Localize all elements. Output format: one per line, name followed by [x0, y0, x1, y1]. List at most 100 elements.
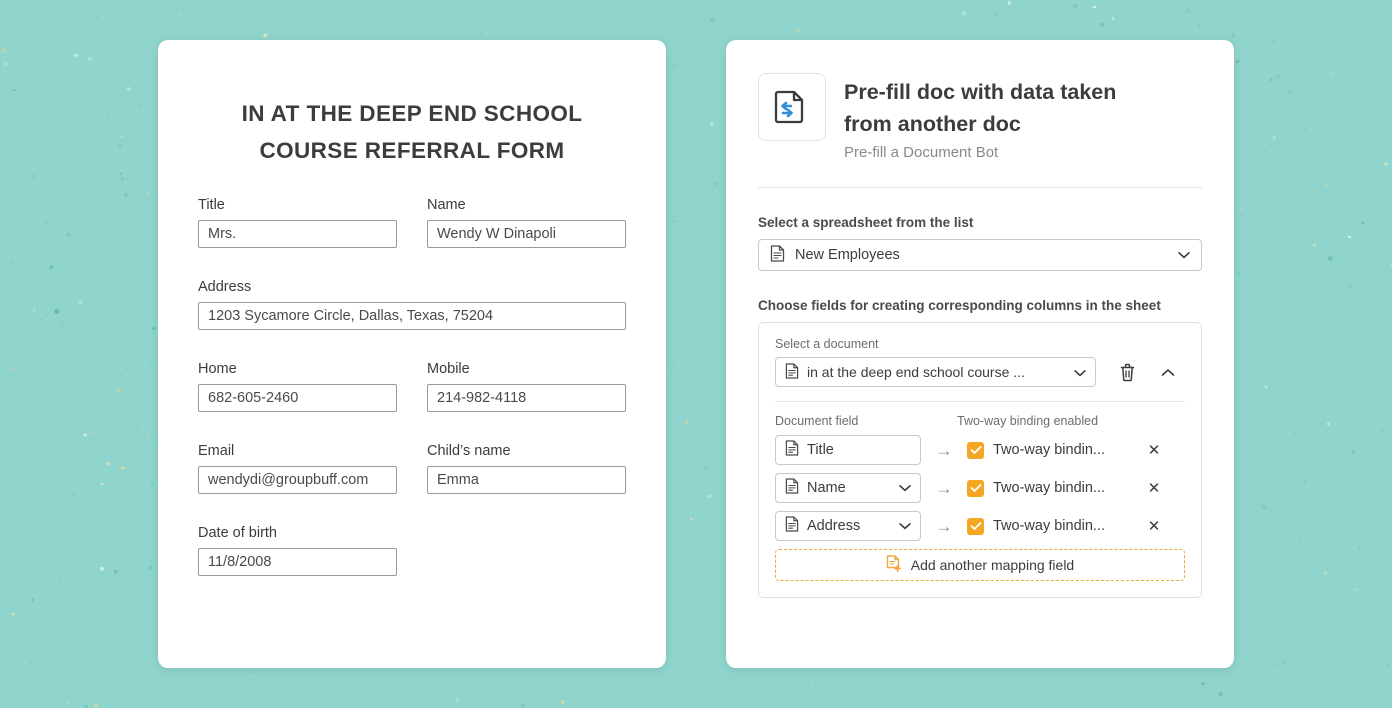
- fields-section-label: Choose fields for creating corresponding…: [758, 298, 1202, 313]
- chevron-down-icon: [899, 518, 911, 534]
- page-title: IN AT THE DEEP END SCHOOL COURSE REFERRA…: [158, 40, 666, 169]
- bot-subtitle: Pre-fill a Document Bot: [844, 144, 1164, 161]
- chevron-down-icon: [1178, 247, 1190, 263]
- spreadsheet-section-label: Select a spreadsheet from the list: [758, 215, 1202, 230]
- form-body: Title Mrs. Name Wendy W Dinapoli Address…: [158, 169, 666, 576]
- document-field-value: Address: [807, 518, 860, 534]
- spacer: [198, 504, 626, 525]
- input-child-name[interactable]: Emma: [427, 466, 626, 494]
- input-email[interactable]: wendydi@groupbuff.com: [198, 466, 397, 494]
- label-address: Address: [198, 279, 626, 295]
- field-group-mobile: Mobile 214-982-4118: [427, 361, 626, 412]
- form-title-line-1: IN AT THE DEEP END SCHOOL: [158, 95, 666, 132]
- field-group-title: Title Mrs.: [198, 197, 397, 248]
- mapping-row: Title → Two-way bindin... ✕: [775, 435, 1185, 465]
- document-icon: [770, 245, 785, 266]
- spreadsheet-select[interactable]: New Employees: [758, 239, 1202, 271]
- form-row-address: Address 1203 Sycamore Circle, Dallas, Te…: [198, 279, 626, 330]
- remove-mapping-row-button[interactable]: ✕: [1139, 511, 1169, 541]
- maps-to-arrow-icon: →: [921, 442, 967, 459]
- mapping-column-headers: Document field Two-way binding enabled: [775, 414, 1185, 428]
- maps-to-arrow-icon: →: [921, 480, 967, 497]
- two-way-binding-checkbox[interactable]: [967, 480, 984, 497]
- field-group-name: Name Wendy W Dinapoli: [427, 197, 626, 248]
- screen: IN AT THE DEEP END SCHOOL COURSE REFERRA…: [0, 0, 1392, 708]
- label-title: Title: [198, 197, 397, 213]
- form-title-line-2: COURSE REFERRAL FORM: [158, 132, 666, 169]
- document-icon: [785, 440, 799, 460]
- two-way-binding-cell: Two-way bindin...: [967, 518, 1127, 535]
- add-mapping-field-button[interactable]: Add another mapping field: [775, 549, 1185, 581]
- two-way-binding-label: Two-way bindin...: [993, 442, 1105, 458]
- input-title[interactable]: Mrs.: [198, 220, 397, 248]
- document-picker-row: in at the deep end school course ...: [775, 357, 1185, 387]
- two-way-binding-label: Two-way bindin...: [993, 480, 1105, 496]
- document-select[interactable]: in at the deep end school course ...: [775, 357, 1096, 387]
- bot-header-text: Pre-fill doc with data taken from anothe…: [844, 73, 1164, 161]
- label-email: Email: [198, 443, 397, 459]
- document-sync-icon: [758, 73, 826, 141]
- field-group-child-name: Child’s name Emma: [427, 443, 626, 494]
- field-group-address: Address 1203 Sycamore Circle, Dallas, Te…: [198, 279, 626, 330]
- form-row-home-mobile: Home 682-605-2460 Mobile 214-982-4118: [198, 361, 626, 412]
- document-picker-label: Select a document: [775, 337, 1185, 351]
- field-group-dob: Date of birth 11/8/2008: [198, 525, 397, 576]
- two-way-binding-cell: Two-way bindin...: [967, 480, 1127, 497]
- two-way-binding-label: Two-way bindin...: [993, 518, 1105, 534]
- chevron-down-icon: [899, 480, 911, 496]
- label-dob: Date of birth: [198, 525, 397, 541]
- form-row-dob: Date of birth 11/8/2008: [198, 525, 626, 576]
- two-way-binding-checkbox[interactable]: [967, 442, 984, 459]
- spacer: [198, 340, 626, 361]
- document-field-value: Title: [807, 442, 834, 458]
- form-row-title-name: Title Mrs. Name Wendy W Dinapoli: [198, 197, 626, 248]
- referral-form-card: IN AT THE DEEP END SCHOOL COURSE REFERRA…: [158, 40, 666, 668]
- bot-settings-card: Pre-fill doc with data taken from anothe…: [726, 40, 1234, 668]
- document-add-icon: [886, 555, 902, 575]
- input-home[interactable]: 682-605-2460: [198, 384, 397, 412]
- label-child-name: Child’s name: [427, 443, 626, 459]
- two-way-binding-cell: Two-way bindin...: [967, 442, 1127, 459]
- document-field-select[interactable]: Title: [775, 435, 921, 465]
- input-mobile[interactable]: 214-982-4118: [427, 384, 626, 412]
- bot-header: Pre-fill doc with data taken from anothe…: [758, 73, 1202, 161]
- column-header-two-way-binding: Two-way binding enabled: [957, 414, 1098, 428]
- form-row-email-child: Email wendydi@groupbuff.com Child’s name…: [198, 443, 626, 494]
- label-name: Name: [427, 197, 626, 213]
- column-header-document-field: Document field: [775, 414, 957, 428]
- input-address[interactable]: 1203 Sycamore Circle, Dallas, Texas, 752…: [198, 302, 626, 330]
- mapping-row: Name → Two-way bindin... ✕: [775, 473, 1185, 503]
- chevron-up-icon: [1161, 368, 1175, 377]
- label-home: Home: [198, 361, 397, 377]
- remove-mapping-row-button[interactable]: ✕: [1139, 435, 1169, 465]
- two-way-binding-checkbox[interactable]: [967, 518, 984, 535]
- input-name[interactable]: Wendy W Dinapoli: [427, 220, 626, 248]
- chevron-down-icon: [1074, 364, 1086, 380]
- document-field-select[interactable]: Address: [775, 511, 921, 541]
- field-group-home: Home 682-605-2460: [198, 361, 397, 412]
- spacer: [198, 258, 626, 279]
- panel-divider: [775, 401, 1185, 402]
- label-mobile: Mobile: [427, 361, 626, 377]
- input-dob[interactable]: 11/8/2008: [198, 548, 397, 576]
- document-select-value: in at the deep end school course ...: [807, 364, 1025, 380]
- document-icon: [785, 516, 799, 536]
- remove-mapping-row-button[interactable]: ✕: [1139, 473, 1169, 503]
- document-icon: [785, 363, 799, 382]
- bot-title: Pre-fill doc with data taken from anothe…: [844, 76, 1164, 140]
- document-field-value: Name: [807, 480, 846, 496]
- mapping-row: Address → Two-way bindin... ✕: [775, 511, 1185, 541]
- mapping-rows: Title → Two-way bindin... ✕ Name → Two-w…: [775, 435, 1185, 541]
- delete-mapping-button[interactable]: [1110, 357, 1143, 387]
- spacer: [198, 422, 626, 443]
- field-mapping-panel: Select a document in at the deep end sch…: [758, 322, 1202, 598]
- spreadsheet-select-value: New Employees: [795, 247, 900, 263]
- field-group-email: Email wendydi@groupbuff.com: [198, 443, 397, 494]
- trash-icon: [1119, 363, 1136, 382]
- collapse-mapping-button[interactable]: [1152, 357, 1185, 387]
- maps-to-arrow-icon: →: [921, 518, 967, 535]
- document-icon: [785, 478, 799, 498]
- header-divider: [758, 187, 1202, 188]
- document-field-select[interactable]: Name: [775, 473, 921, 503]
- add-mapping-field-label: Add another mapping field: [911, 557, 1074, 573]
